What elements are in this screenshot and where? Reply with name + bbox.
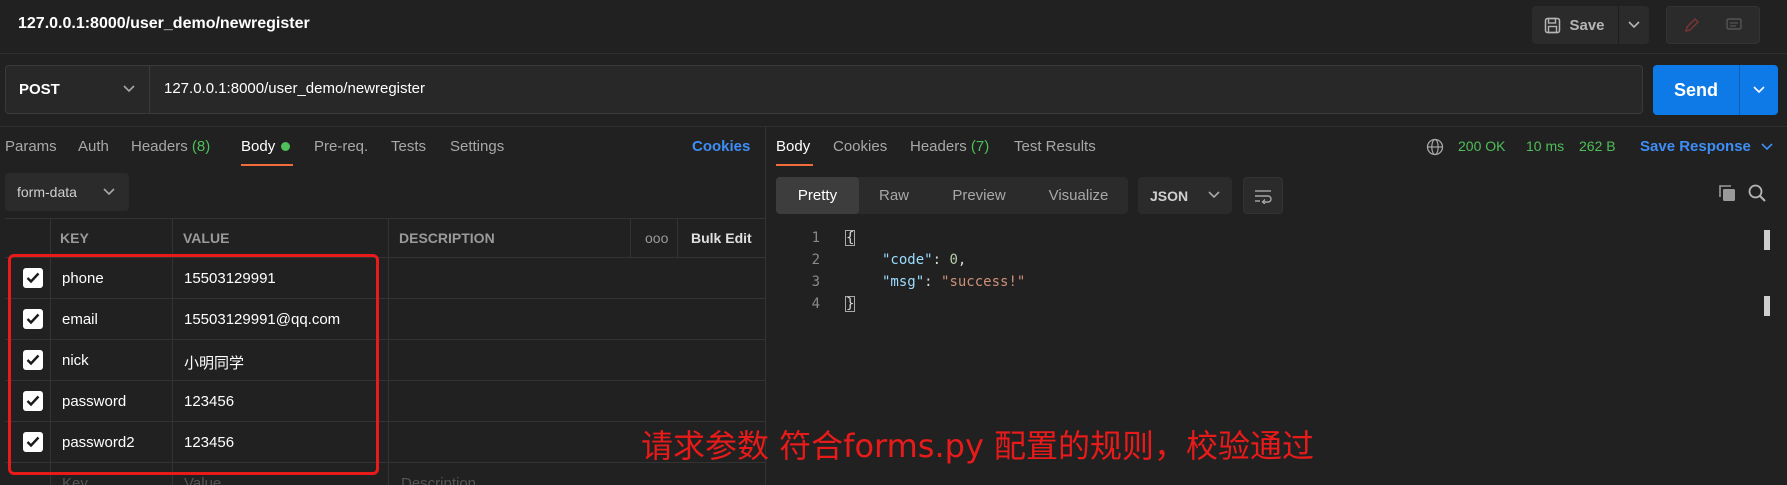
active-tab-underline [241,164,293,166]
edit-comment-group [1666,6,1760,44]
chevron-down-icon [1761,143,1773,151]
status-code: 200 OK [1458,138,1506,154]
code-line-2: "code": 0, [882,252,967,268]
response-active-tab-underline [776,164,813,166]
language-select[interactable]: JSON [1138,177,1232,214]
scrollbar-marker[interactable] [1764,296,1770,316]
method-select[interactable]: POST [6,66,150,113]
scrollbar-marker[interactable] [1764,230,1770,250]
tab-body[interactable]: Body [241,138,291,155]
save-options-button[interactable] [1619,6,1649,44]
wrap-lines-button[interactable] [1243,177,1283,214]
code-line-1: { [845,230,856,246]
pencil-icon [1684,17,1700,33]
save-label: Save [1569,16,1605,34]
tab-auth[interactable]: Auth [78,138,109,155]
format-visualize[interactable]: Visualize [1029,177,1128,214]
comments-button[interactable] [1715,11,1753,39]
code-line-3: "msg": "success!" [882,274,1026,290]
request-bar: POST 127.0.0.1:8000/user_demo/newregiste… [5,65,1643,114]
tab-settings[interactable]: Settings [450,138,504,155]
cookies-link[interactable]: Cookies [692,138,750,155]
bulk-edit-button[interactable]: Bulk Edit [691,218,752,258]
line-number: 4 [811,296,820,312]
wrap-lines-icon [1255,189,1272,204]
search-icon[interactable] [1747,183,1767,203]
response-tab-body[interactable]: Body [776,138,810,155]
comment-icon [1726,18,1742,30]
save-response-button[interactable]: Save Response [1640,138,1773,155]
format-preview[interactable]: Preview [929,177,1029,214]
save-icon [1545,17,1561,33]
json-key-code: "code" [882,252,933,268]
more-options-button[interactable]: ooo [645,218,668,258]
response-tab-headers[interactable]: Headers (7) [910,138,989,155]
chevron-down-icon [1753,86,1765,94]
format-pretty[interactable]: Pretty [776,177,859,214]
title-bar: 127.0.0.1:8000/user_demo/newregister Sav… [0,0,1787,54]
body-type-select[interactable]: form-data [5,173,129,211]
line-number: 2 [811,252,820,268]
chevron-down-icon [1208,191,1220,199]
open-brace: { [845,230,856,246]
save-button[interactable]: Save [1532,6,1617,44]
json-value-code: 0 [949,252,958,268]
response-format-tabs: Pretty Raw Preview Visualize [776,177,1128,214]
url-input[interactable]: 127.0.0.1:8000/user_demo/newregister [164,80,425,97]
chevron-down-icon [123,85,135,93]
format-raw[interactable]: Raw [859,177,929,214]
chevron-down-icon [1628,21,1640,29]
chevron-down-icon [103,188,115,196]
response-time: 10 ms [1526,138,1565,154]
response-headers-count: (7) [970,138,990,155]
copy-icon[interactable] [1717,183,1737,203]
method-label: POST [19,81,60,98]
send-button[interactable]: Send [1653,65,1739,115]
globe-icon[interactable] [1426,138,1444,156]
send-button-group: Send [1653,65,1778,115]
new-description-input[interactable]: Description [401,475,476,485]
save-button-group: Save [1532,6,1649,44]
headers-count: (8) [191,138,211,155]
body-indicator-dot [281,141,291,151]
line-number: 3 [811,274,820,290]
code-line-4: } [845,296,856,312]
tab-prereq[interactable]: Pre-req. [314,138,368,155]
language-label: JSON [1150,187,1189,204]
request-title[interactable]: 127.0.0.1:8000/user_demo/newregister [18,15,310,33]
new-key-input[interactable]: Key [62,475,88,485]
new-value-input[interactable]: Value [184,475,221,485]
tab-body-label: Body [241,138,276,155]
column-header-key: KEY [60,230,89,246]
column-header-value: VALUE [183,230,230,246]
json-value-msg: "success!" [941,274,1026,290]
annotation-text: 请求参数 符合forms.py 配置的规则，校验通过 [641,427,1315,465]
annotation-highlight-box [8,254,379,475]
tab-tests[interactable]: Tests [391,138,426,155]
body-type-label: form-data [17,184,77,200]
response-tab-headers-label: Headers [910,138,967,155]
tab-headers-label: Headers [131,138,188,155]
response-tab-cookies[interactable]: Cookies [833,138,887,155]
save-response-label: Save Response [1640,138,1751,155]
close-brace: } [845,296,856,312]
tab-headers[interactable]: Headers (8) [131,138,210,155]
response-tab-test-results[interactable]: Test Results [1014,138,1096,155]
edit-button[interactable] [1673,11,1711,39]
send-options-button[interactable] [1740,65,1778,115]
tab-params[interactable]: Params [5,138,57,155]
line-number: 1 [811,230,820,246]
response-size: 262 B [1579,138,1616,154]
json-key-msg: "msg" [882,274,925,290]
column-header-description: DESCRIPTION [399,230,495,246]
